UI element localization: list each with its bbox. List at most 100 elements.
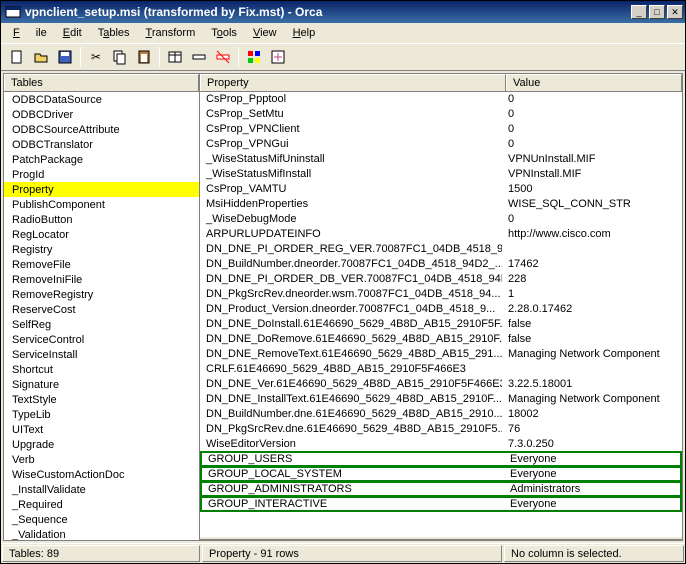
table-row[interactable]: WiseCustomActionDoc	[4, 467, 199, 482]
table-row[interactable]: _Validation	[4, 527, 199, 540]
menu-view[interactable]: View	[245, 25, 285, 41]
property-row[interactable]: CsProp_VPNClient0	[200, 122, 682, 137]
property-cell[interactable]: DN_DNE_Ver.61E46690_5629_4B8D_AB15_2910F…	[200, 377, 502, 392]
open-icon[interactable]	[29, 46, 53, 68]
property-row[interactable]: GROUP_LOCAL_SYSTEMEveryone	[200, 466, 682, 482]
value-cell[interactable]: Managing Network Component	[502, 347, 682, 362]
property-cell[interactable]: CsProp_SetMtu	[200, 107, 502, 122]
value-cell[interactable]: VPNInstall.MIF	[502, 167, 682, 182]
horizontal-splitter[interactable]	[200, 536, 682, 540]
tables-list[interactable]: ODBCDataSourceODBCDriverODBCSourceAttrib…	[4, 92, 199, 540]
property-list[interactable]: CsProp_Ppptool0CsProp_SetMtu 0 CsProp_VPNC…	[200, 92, 682, 536]
property-row[interactable]: MsiHiddenPropertiesWISE_SQL_CONN_STR	[200, 197, 682, 212]
new-row-icon[interactable]	[187, 46, 211, 68]
property-row[interactable]: DN_DNE_PI_ORDER_DB_VER.70087FC1_04DB_451…	[200, 272, 682, 287]
value-cell[interactable]: 18002	[502, 407, 682, 422]
table-row[interactable]: _InstallValidate	[4, 482, 199, 497]
value-cell[interactable]: Administrators	[504, 483, 680, 495]
table-row[interactable]: RemoveFile	[4, 257, 199, 272]
property-row[interactable]: DN_DNE_PI_ORDER_REG_VER.70087FC1_04DB_45…	[200, 242, 682, 257]
property-cell[interactable]: GROUP_INTERACTIVE	[202, 498, 504, 510]
minimize-button[interactable]: _	[631, 5, 647, 19]
table-row[interactable]: ServiceInstall	[4, 347, 199, 362]
table-row[interactable]: Upgrade	[4, 437, 199, 452]
property-row[interactable]: _WiseDebugMode0	[200, 212, 682, 227]
value-cell[interactable]: 3.22.5.18001	[502, 377, 682, 392]
property-row[interactable]: DN_DNE_RemoveText.61E46690_5629_4B8D_AB1…	[200, 347, 682, 362]
property-cell[interactable]: WiseEditorVersion	[200, 437, 502, 452]
save-icon[interactable]	[53, 46, 77, 68]
property-cell[interactable]: CsProp_VPNGui	[200, 137, 502, 152]
new-icon[interactable]	[5, 46, 29, 68]
property-cell[interactable]: CRLF.61E46690_5629_4B8D_AB15_2910F5F466E…	[200, 362, 502, 377]
property-row[interactable]: DN_PkgSrcRev.dne.61E46690_5629_4B8D_AB15…	[200, 422, 682, 437]
table-row[interactable]: RemoveRegistry	[4, 287, 199, 302]
property-cell[interactable]: ARPURLUPDATEINFO	[200, 227, 502, 242]
property-row[interactable]: GROUP_INTERACTIVEEveryone	[200, 496, 682, 512]
table-row[interactable]: TypeLib	[4, 407, 199, 422]
value-cell[interactable]: Everyone	[504, 453, 680, 465]
value-cell[interactable]: 1	[502, 287, 682, 302]
tables-column-header[interactable]: Tables	[4, 74, 199, 91]
table-row[interactable]: Property	[4, 182, 199, 197]
property-cell[interactable]: _WiseStatusMifUninstall	[200, 152, 502, 167]
value-cell[interactable]: Everyone	[504, 468, 680, 480]
table-row[interactable]: Signature	[4, 377, 199, 392]
value-cell[interactable]: false	[502, 317, 682, 332]
value-cell[interactable]: false	[502, 332, 682, 347]
property-cell[interactable]: DN_PkgSrcRev.dneorder.wsm.70087FC1_04DB_…	[200, 287, 502, 302]
property-row[interactable]: DN_BuildNumber.dneorder.70087FC1_04DB_45…	[200, 257, 682, 272]
property-cell[interactable]: CsProp_VAMTU	[200, 182, 502, 197]
menu-transform[interactable]: Transform	[138, 25, 204, 41]
menu-file[interactable]: File	[5, 25, 55, 41]
property-row[interactable]: CsProp_Ppptool0	[200, 92, 682, 107]
value-cell[interactable]: Everyone	[504, 498, 680, 510]
property-row[interactable]: DN_DNE_DoRemove.61E46690_5629_4B8D_AB15_…	[200, 332, 682, 347]
property-row[interactable]: DN_DNE_InstallText.61E46690_5629_4B8D_AB…	[200, 392, 682, 407]
property-cell[interactable]: GROUP_LOCAL_SYSTEM	[202, 468, 504, 480]
property-row[interactable]: DN_DNE_Ver.61E46690_5629_4B8D_AB15_2910F…	[200, 377, 682, 392]
validate-icon[interactable]	[242, 46, 266, 68]
value-cell[interactable]: 228	[502, 272, 682, 287]
table-row[interactable]: RemoveIniFile	[4, 272, 199, 287]
property-column-header[interactable]: Property	[200, 74, 506, 91]
maximize-button[interactable]: □	[649, 5, 665, 19]
value-column-header[interactable]: Value	[506, 74, 682, 91]
table-row[interactable]: _Sequence	[4, 512, 199, 527]
close-button[interactable]: ✕	[667, 5, 683, 19]
delete-row-icon[interactable]	[211, 46, 235, 68]
table-row[interactable]: ODBCSourceAttribute	[4, 122, 199, 137]
value-cell[interactable]	[502, 242, 682, 257]
copy-icon[interactable]	[108, 46, 132, 68]
table-row[interactable]: Shortcut	[4, 362, 199, 377]
table-row[interactable]: ODBCTranslator	[4, 137, 199, 152]
property-row[interactable]: DN_BuildNumber.dne.61E46690_5629_4B8D_AB…	[200, 407, 682, 422]
table-row[interactable]: PublishComponent	[4, 197, 199, 212]
property-cell[interactable]: DN_BuildNumber.dneorder.70087FC1_04DB_45…	[200, 257, 502, 272]
property-cell[interactable]: DN_Product_Version.dneorder.70087FC1_04D…	[200, 302, 502, 317]
table-row[interactable]: TextStyle	[4, 392, 199, 407]
property-row[interactable]: GROUP_ADMINISTRATORSAdministrators	[200, 481, 682, 497]
table-row[interactable]: ProgId	[4, 167, 199, 182]
table-row[interactable]: ServiceControl	[4, 332, 199, 347]
new-table-icon[interactable]	[163, 46, 187, 68]
transform-icon[interactable]	[266, 46, 290, 68]
property-cell[interactable]: DN_PkgSrcRev.dne.61E46690_5629_4B8D_AB15…	[200, 422, 502, 437]
property-cell[interactable]: DN_DNE_PI_ORDER_REG_VER.70087FC1_04DB_45…	[200, 242, 502, 257]
property-cell[interactable]: _WiseDebugMode	[200, 212, 502, 227]
property-cell[interactable]: DN_DNE_DoRemove.61E46690_5629_4B8D_AB15_…	[200, 332, 502, 347]
menu-tools[interactable]: Tools	[203, 25, 245, 41]
property-row[interactable]: DN_DNE_DoInstall.61E46690_5629_4B8D_AB15…	[200, 317, 682, 332]
table-row[interactable]: UIText	[4, 422, 199, 437]
property-row[interactable]: WiseEditorVersion7.3.0.250	[200, 437, 682, 452]
property-row[interactable]: GROUP_USERSEveryone	[200, 451, 682, 467]
value-cell[interactable]: 17462	[502, 257, 682, 272]
menu-edit[interactable]: Edit	[55, 25, 90, 41]
property-row[interactable]: CsProp_VAMTU1500	[200, 182, 682, 197]
table-row[interactable]: ReserveCost	[4, 302, 199, 317]
table-row[interactable]: RegLocator	[4, 227, 199, 242]
table-row[interactable]: Verb	[4, 452, 199, 467]
property-row[interactable]: CsProp_VPNGui0	[200, 137, 682, 152]
property-cell[interactable]: GROUP_USERS	[202, 453, 504, 465]
value-cell[interactable]: 0	[502, 212, 682, 227]
